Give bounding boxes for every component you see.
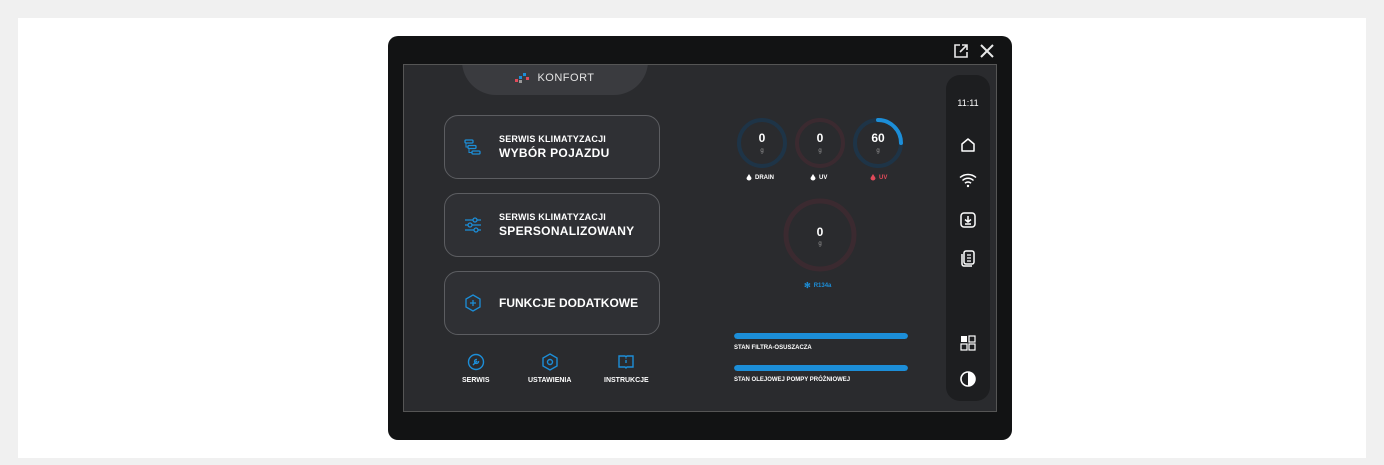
vehicle-list-icon <box>463 137 483 157</box>
drop-icon <box>870 174 876 181</box>
main-screen: KONFORT SERWIS KLIMATYZACJI WYBÓR POJAZD… <box>403 64 997 412</box>
gauge-refrigerant: 0 g <box>782 197 858 273</box>
gauge-drain-unit: g <box>760 148 764 154</box>
home-icon[interactable] <box>958 135 978 155</box>
custom-service-line1: SERWIS KLIMATYZACJI <box>499 212 606 222</box>
book-icon <box>618 355 635 369</box>
device-frame: KONFORT SERWIS KLIMATYZACJI WYBÓR POJAZD… <box>388 36 1012 440</box>
hexagon-plus-icon <box>463 293 483 313</box>
drop-icon <box>746 174 752 181</box>
gauge-uv2-label: UV <box>879 174 888 181</box>
nav-serwis[interactable]: SERWIS <box>462 353 490 384</box>
extra-functions-button[interactable]: FUNKCJE DODATKOWE <box>444 271 660 335</box>
contrast-icon[interactable] <box>958 369 978 389</box>
snowflake-icon: ✻ <box>804 281 811 290</box>
side-rail: 11:11 <box>946 75 990 401</box>
gauge-uv2-unit: g <box>876 148 880 154</box>
gauge-uv2: 60 g <box>852 117 904 169</box>
gauge-uv1-label: UV <box>819 174 828 181</box>
drop-icon <box>810 174 816 181</box>
wifi-icon[interactable] <box>958 170 978 190</box>
gauge-uv2-caption: UV <box>870 174 887 181</box>
gauge-drain: 0 g <box>736 117 788 169</box>
close-icon[interactable] <box>978 42 996 60</box>
gauge-uv1: 0 g <box>794 117 846 169</box>
custom-service-button[interactable]: SERWIS KLIMATYZACJI SPERSONALIZOWANY <box>444 193 660 257</box>
external-link-icon[interactable] <box>952 42 970 60</box>
clock: 11:11 <box>957 98 979 108</box>
gauge-refrigerant-unit: g <box>818 241 822 247</box>
gauge-uv1-unit: g <box>818 148 822 154</box>
gauge-uv2-value: 60 <box>871 131 885 145</box>
nav-ustawienia-label: USTAWIENIA <box>528 377 572 384</box>
pump-status-bar <box>734 365 908 371</box>
brand-logo-icon <box>515 72 531 84</box>
gauge-drain-caption: DRAIN <box>746 174 774 181</box>
sliders-icon <box>463 215 483 235</box>
nav-instrukcje[interactable]: INSTRUKCJE <box>604 353 649 384</box>
filter-status-label: STAN FILTRA-OSUSZACZA <box>734 345 812 351</box>
nav-instrukcje-label: INSTRUKCJE <box>604 377 649 384</box>
vehicle-service-button[interactable]: SERWIS KLIMATYZACJI WYBÓR POJAZDU <box>444 115 660 179</box>
nav-serwis-label: SERWIS <box>462 377 490 384</box>
filter-status-fill <box>734 333 908 339</box>
window-controls <box>952 42 996 60</box>
vehicle-service-line1: SERWIS KLIMATYZACJI <box>499 134 606 144</box>
nav-ustawienia[interactable]: USTAWIENIA <box>528 353 571 384</box>
vehicle-service-line2: WYBÓR POJAZDU <box>499 146 610 160</box>
filter-status-bar <box>734 333 908 339</box>
gauge-drain-label: DRAIN <box>755 174 774 181</box>
download-icon[interactable] <box>958 210 978 230</box>
pump-status-label: STAN OLEJOWEJ POMPY PRÓŻNIOWEJ <box>734 377 851 383</box>
wrench-icon <box>467 353 484 371</box>
grid-icon[interactable] <box>958 333 978 353</box>
gauge-refrigerant-label: R134a <box>813 282 832 289</box>
settings-icon <box>542 353 558 371</box>
gauge-refrigerant-caption: ✻ R134a <box>804 281 831 290</box>
extra-functions-label: FUNKCJE DODATKOWE <box>499 296 639 310</box>
gauge-drain-value: 0 <box>758 131 766 145</box>
gauge-uv1-value: 0 <box>816 131 824 145</box>
brand-header: KONFORT <box>462 65 648 95</box>
pump-status-fill <box>734 365 908 371</box>
gauge-uv1-caption: UV <box>810 174 827 181</box>
gauge-refrigerant-value: 0 <box>816 225 824 239</box>
custom-service-line2: SPERSONALIZOWANY <box>499 224 635 238</box>
brand-name: KONFORT <box>537 72 595 84</box>
documents-icon[interactable] <box>958 248 978 268</box>
